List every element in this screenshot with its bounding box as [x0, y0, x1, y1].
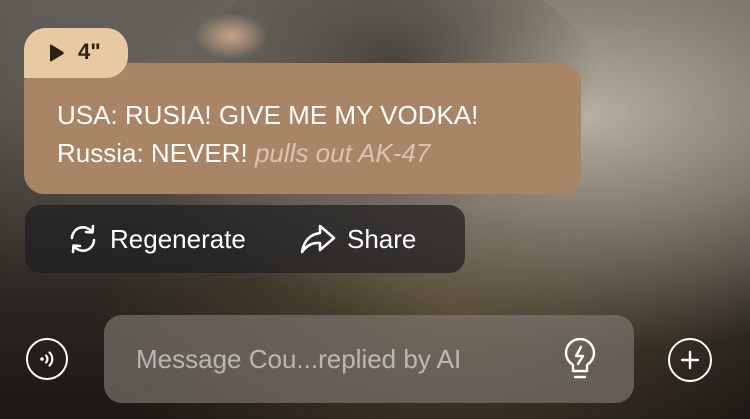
message-actions-bar: Regenerate Share [25, 205, 465, 273]
message-composer [104, 315, 634, 403]
share-label: Share [347, 223, 417, 254]
chat-message-bubble: USA: RUSIA! GIVE ME MY VODKA! Russia: NE… [24, 63, 581, 194]
voice-call-button[interactable] [26, 338, 68, 380]
plus-icon [680, 350, 700, 370]
regenerate-button[interactable]: Regenerate [66, 205, 246, 273]
play-icon [50, 44, 64, 62]
message-line-1: USA: RUSIA! GIVE ME MY VODKA! [57, 100, 479, 130]
voice-call-icon [40, 351, 54, 367]
lightbulb-icon [564, 338, 596, 379]
message-action: pulls out AK-47 [254, 138, 431, 168]
add-button[interactable] [668, 338, 712, 382]
regenerate-label: Regenerate [110, 223, 246, 254]
message-speech: Russia: NEVER! [57, 138, 248, 168]
refresh-icon [70, 224, 96, 254]
voice-play-button[interactable]: 4" [24, 28, 128, 78]
share-button[interactable]: Share [299, 205, 416, 273]
hint-button[interactable] [560, 337, 600, 381]
share-arrow-icon [300, 224, 336, 254]
message-input[interactable] [136, 315, 536, 403]
message-text: USA: RUSIA! GIVE ME MY VODKA! Russia: NE… [57, 96, 561, 172]
background-hand [196, 14, 266, 58]
voice-duration: 4" [78, 39, 101, 64]
message-line-2: Russia: NEVER! pulls out AK-47 [57, 134, 561, 172]
